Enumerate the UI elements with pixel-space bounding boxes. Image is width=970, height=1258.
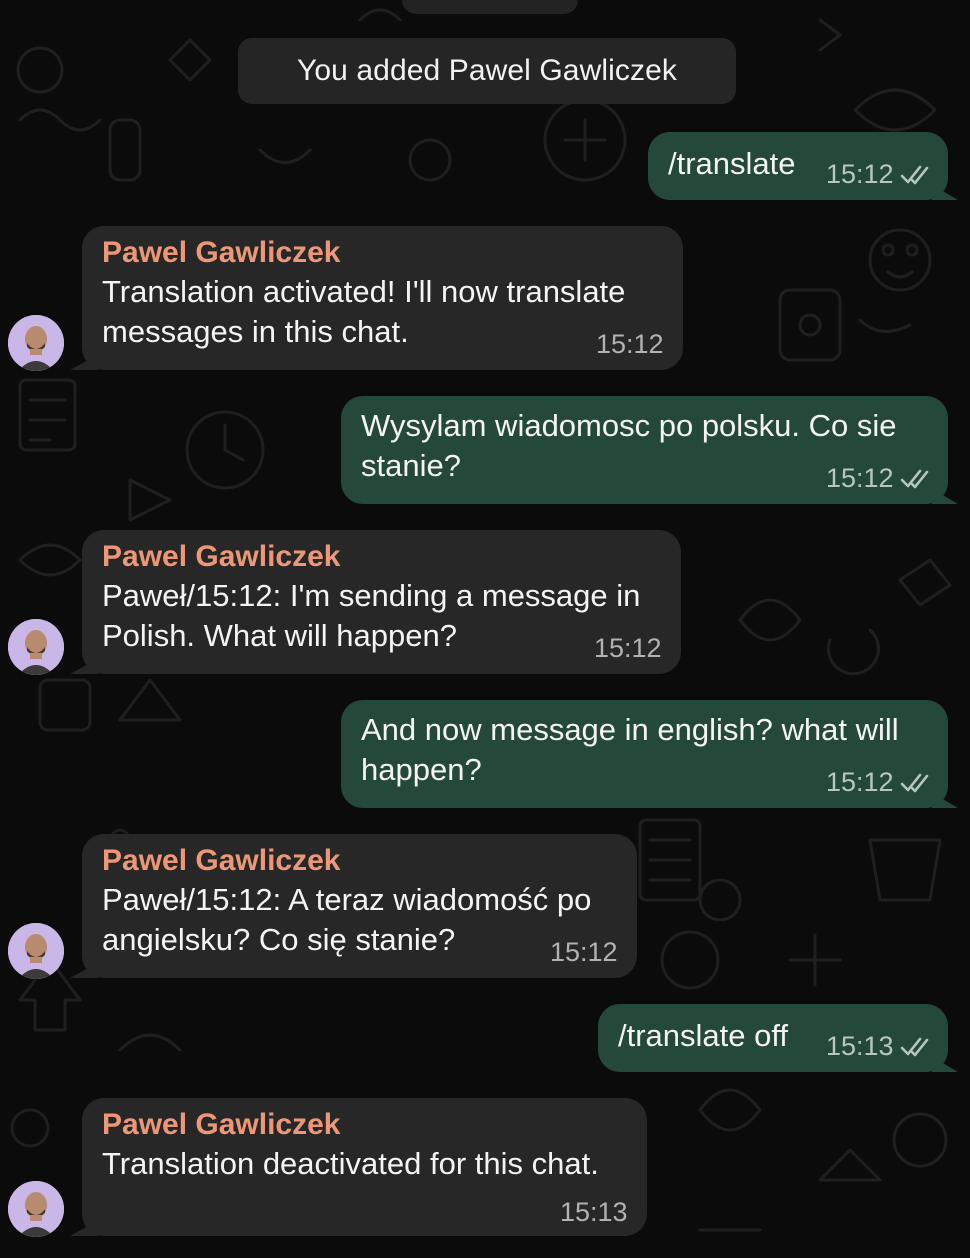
double-check-read-icon bbox=[900, 773, 929, 793]
message-text-line: Translation activated! I'll now translat… bbox=[102, 274, 626, 309]
message-text-line: Paweł/15:12: I'm sending a message in bbox=[102, 578, 641, 613]
message-text: /translate off bbox=[618, 1018, 789, 1053]
outgoing-message[interactable]: And now message in english? what will ha… bbox=[341, 700, 948, 808]
message-text-line: angielsku? Co się stanie? bbox=[102, 922, 456, 957]
message-text-line: Translation deactivated for this chat. bbox=[102, 1146, 599, 1181]
previous-message-pill bbox=[402, 0, 578, 14]
message-time: 15:12 bbox=[594, 633, 662, 663]
sender-name[interactable]: Pawel Gawliczek bbox=[102, 538, 340, 576]
outgoing-message[interactable]: /translate off 15:13 bbox=[598, 1004, 948, 1072]
message-text: /translate bbox=[668, 146, 796, 181]
sender-name[interactable]: Pawel Gawliczek bbox=[102, 1106, 340, 1144]
message-time: 15:12 bbox=[550, 937, 618, 967]
outgoing-message[interactable]: Wysylam wiadomosc po polsku. Co sie stan… bbox=[341, 396, 948, 504]
double-check-read-icon bbox=[900, 469, 929, 489]
avatar-face-icon bbox=[8, 923, 64, 979]
sender-name[interactable]: Pawel Gawliczek bbox=[102, 842, 340, 880]
avatar-face-icon bbox=[8, 315, 64, 371]
message-text-line: Polish. What will happen? bbox=[102, 618, 457, 653]
avatar-face-icon bbox=[8, 619, 64, 675]
outgoing-message[interactable]: /translate 15:12 bbox=[648, 132, 948, 200]
avatar[interactable] bbox=[8, 1181, 64, 1237]
incoming-message[interactable]: Pawel Gawliczek Translation deactivated … bbox=[82, 1098, 647, 1236]
message-time: 15:12 bbox=[826, 159, 894, 189]
incoming-message[interactable]: Pawel Gawliczek Translation activated! I… bbox=[82, 226, 683, 370]
avatar[interactable] bbox=[8, 619, 64, 675]
message-text-line: And now message in english? what will bbox=[361, 712, 899, 747]
message-time: 15:12 bbox=[596, 329, 664, 359]
message-text-line: messages in this chat. bbox=[102, 314, 409, 349]
incoming-message[interactable]: Pawel Gawliczek Paweł/15:12: A teraz wia… bbox=[82, 834, 637, 978]
avatar[interactable] bbox=[8, 923, 64, 979]
message-text-line: Wysylam wiadomosc po polsku. Co sie bbox=[361, 408, 897, 443]
avatar[interactable] bbox=[8, 315, 64, 371]
double-check-read-icon bbox=[900, 1037, 929, 1057]
incoming-message[interactable]: Pawel Gawliczek Paweł/15:12: I'm sending… bbox=[82, 530, 681, 674]
message-text-line: Paweł/15:12: A teraz wiadomość po bbox=[102, 882, 592, 917]
sender-name[interactable]: Pawel Gawliczek bbox=[102, 234, 340, 272]
message-time: 15:13 bbox=[826, 1031, 894, 1061]
message-text-line: happen? bbox=[361, 752, 482, 787]
system-message: You added Pawel Gawliczek bbox=[238, 38, 736, 104]
message-time: 15:12 bbox=[826, 463, 894, 493]
message-time: 15:13 bbox=[560, 1197, 628, 1227]
message-text-line: stanie? bbox=[361, 448, 461, 483]
avatar-face-icon bbox=[8, 1181, 64, 1237]
message-time: 15:12 bbox=[826, 767, 894, 797]
chat-view[interactable]: You added Pawel Gawliczek /translate 15:… bbox=[0, 0, 970, 1258]
double-check-read-icon bbox=[900, 165, 929, 185]
